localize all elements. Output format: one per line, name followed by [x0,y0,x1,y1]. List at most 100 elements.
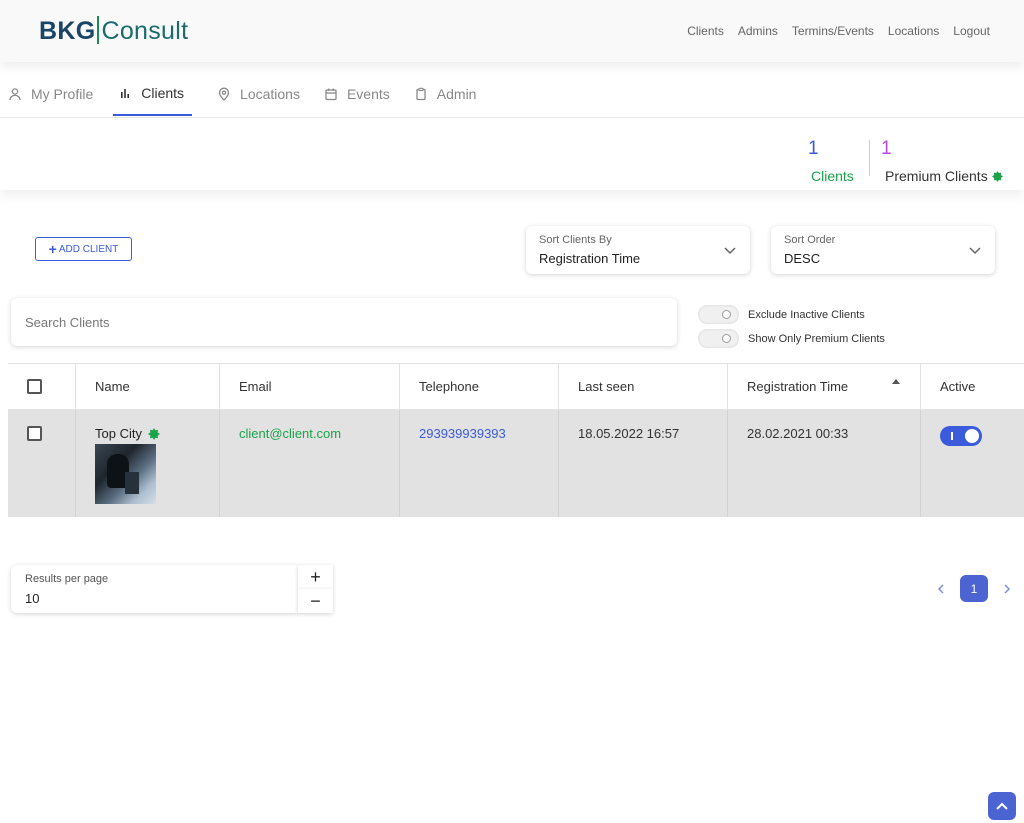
header-email[interactable]: Email [220,364,400,409]
header-last-seen[interactable]: Last seen [559,364,728,409]
stats-divider [869,140,870,176]
tab-bar: My Profile Clients Locations Events Admi… [0,72,1024,118]
client-name[interactable]: Top City [95,426,142,441]
search-box [11,298,677,346]
premium-count: 1 [881,138,892,159]
prev-page-button[interactable] [932,575,950,602]
clients-table: Name Email Telephone Last seen Registrat… [8,363,1024,517]
premium-stat: 1 Premium Clients [881,138,1003,184]
premium-stat-label: Premium Clients [885,168,988,184]
results-per-page-caption: Results per page [25,573,109,585]
premium-stat-label-wrap: Premium Clients [885,168,1003,184]
sort-by-caption: Sort Clients By [539,234,612,246]
tab-label: My Profile [31,86,94,102]
tab-label: Events [346,86,390,102]
nav-clients[interactable]: Clients [687,24,724,38]
tab-clients[interactable]: Clients [113,72,193,116]
tab-locations[interactable]: Locations [209,72,308,116]
header-registration-time[interactable]: Registration Time [728,364,921,409]
toggle-on-mark [951,432,953,440]
sort-order-caption: Sort Order [784,234,836,246]
sort-by-select[interactable]: Sort Clients By Registration Time [526,226,750,274]
row-select-cell [8,410,76,517]
scroll-to-top-button[interactable] [988,792,1016,820]
active-cell [921,410,1024,517]
page-1-button[interactable]: 1 [960,575,988,602]
results-per-page-field[interactable]: Results per page 10 [11,565,298,613]
exclude-inactive-label: Exclude Inactive Clients [748,308,865,321]
exclude-inactive-toggle[interactable] [698,305,739,324]
premium-badge-icon [991,170,1003,182]
select-all-checkbox[interactable] [27,379,42,394]
sort-up-icon [892,379,900,384]
toggle-knob [722,334,731,343]
add-client-button[interactable]: + ADD CLIENT [35,237,132,261]
bar-chart-icon [121,89,130,98]
add-client-label: ADD CLIENT [58,243,119,255]
name-wrap: Top City [95,426,160,517]
header-active[interactable]: Active [921,364,1024,409]
toggle-knob [722,310,731,319]
header-select-cell [8,364,76,409]
registration-time-cell: 28.02.2021 00:33 [728,410,921,517]
table-row[interactable]: Top City client@client.com 293939939393 … [8,410,1024,517]
sort-order-select[interactable]: Sort Order DESC [771,226,995,274]
name-cell: Top City [76,410,220,517]
calendar-icon [325,88,337,101]
last-seen-cell: 18.05.2022 16:57 [559,410,728,517]
name-line: Top City [95,426,160,441]
search-input[interactable] [11,298,677,346]
header-telephone[interactable]: Telephone [400,364,559,409]
nav-logout[interactable]: Logout [953,24,990,38]
decrement-button[interactable]: − [298,589,333,613]
chevron-down-icon [724,247,736,255]
clipboard-icon [416,87,426,101]
header-name[interactable]: Name [76,364,220,409]
clients-count: 1 [808,138,819,159]
chevron-left-icon [937,583,944,594]
tab-my-profile[interactable]: My Profile [0,72,101,116]
telephone-cell[interactable]: 293939939393 [400,410,559,517]
results-per-page-value: 10 [25,591,40,606]
header-registration-time-label: Registration Time [747,379,849,394]
increment-button[interactable]: + [298,565,333,589]
client-avatar[interactable] [95,444,156,504]
tab-admin[interactable]: Admin [406,72,485,116]
tab-label: Clients [141,85,185,101]
logo-consult: Consult [101,17,189,45]
top-header: BKG Consult Clients Admins Termins/Events… [0,0,1024,62]
user-icon [9,88,21,101]
email-cell[interactable]: client@client.com [220,410,400,517]
logo-divider [97,16,100,44]
top-nav: Clients Admins Termins/Events Locations … [687,24,990,38]
logo[interactable]: BKG Consult [39,16,188,46]
clients-stat: 1 Clients [808,138,854,184]
row-checkbox[interactable] [27,426,42,441]
clients-stat-label: Clients [811,168,854,184]
pagination: 1 [932,575,1016,602]
premium-badge-icon [147,427,160,440]
active-toggle[interactable] [940,426,982,446]
sort-by-value: Registration Time [539,251,641,266]
tab-label: Admin [436,86,477,102]
toggle-knob [965,429,979,443]
avatar-shape [125,472,139,494]
nav-termins-events[interactable]: Termins/Events [792,24,874,38]
chevron-right-icon [1004,583,1011,594]
stats-panel: 1 Clients 1 Premium Clients [0,120,1024,190]
chevron-up-icon [996,802,1008,810]
plus-icon: + [48,241,57,257]
tab-label: Locations [240,86,300,102]
exclude-inactive-filter: Exclude Inactive Clients [698,305,865,324]
premium-only-toggle[interactable] [698,329,739,348]
premium-only-label: Show Only Premium Clients [748,332,885,345]
nav-locations[interactable]: Locations [888,24,939,38]
next-page-button[interactable] [998,575,1016,602]
location-pin-icon [218,87,230,101]
nav-admins[interactable]: Admins [738,24,778,38]
premium-only-filter: Show Only Premium Clients [698,329,885,348]
chevron-down-icon [969,247,981,255]
sort-order-value: DESC [784,251,821,266]
table-header: Name Email Telephone Last seen Registrat… [8,364,1024,410]
tab-events[interactable]: Events [316,72,398,116]
